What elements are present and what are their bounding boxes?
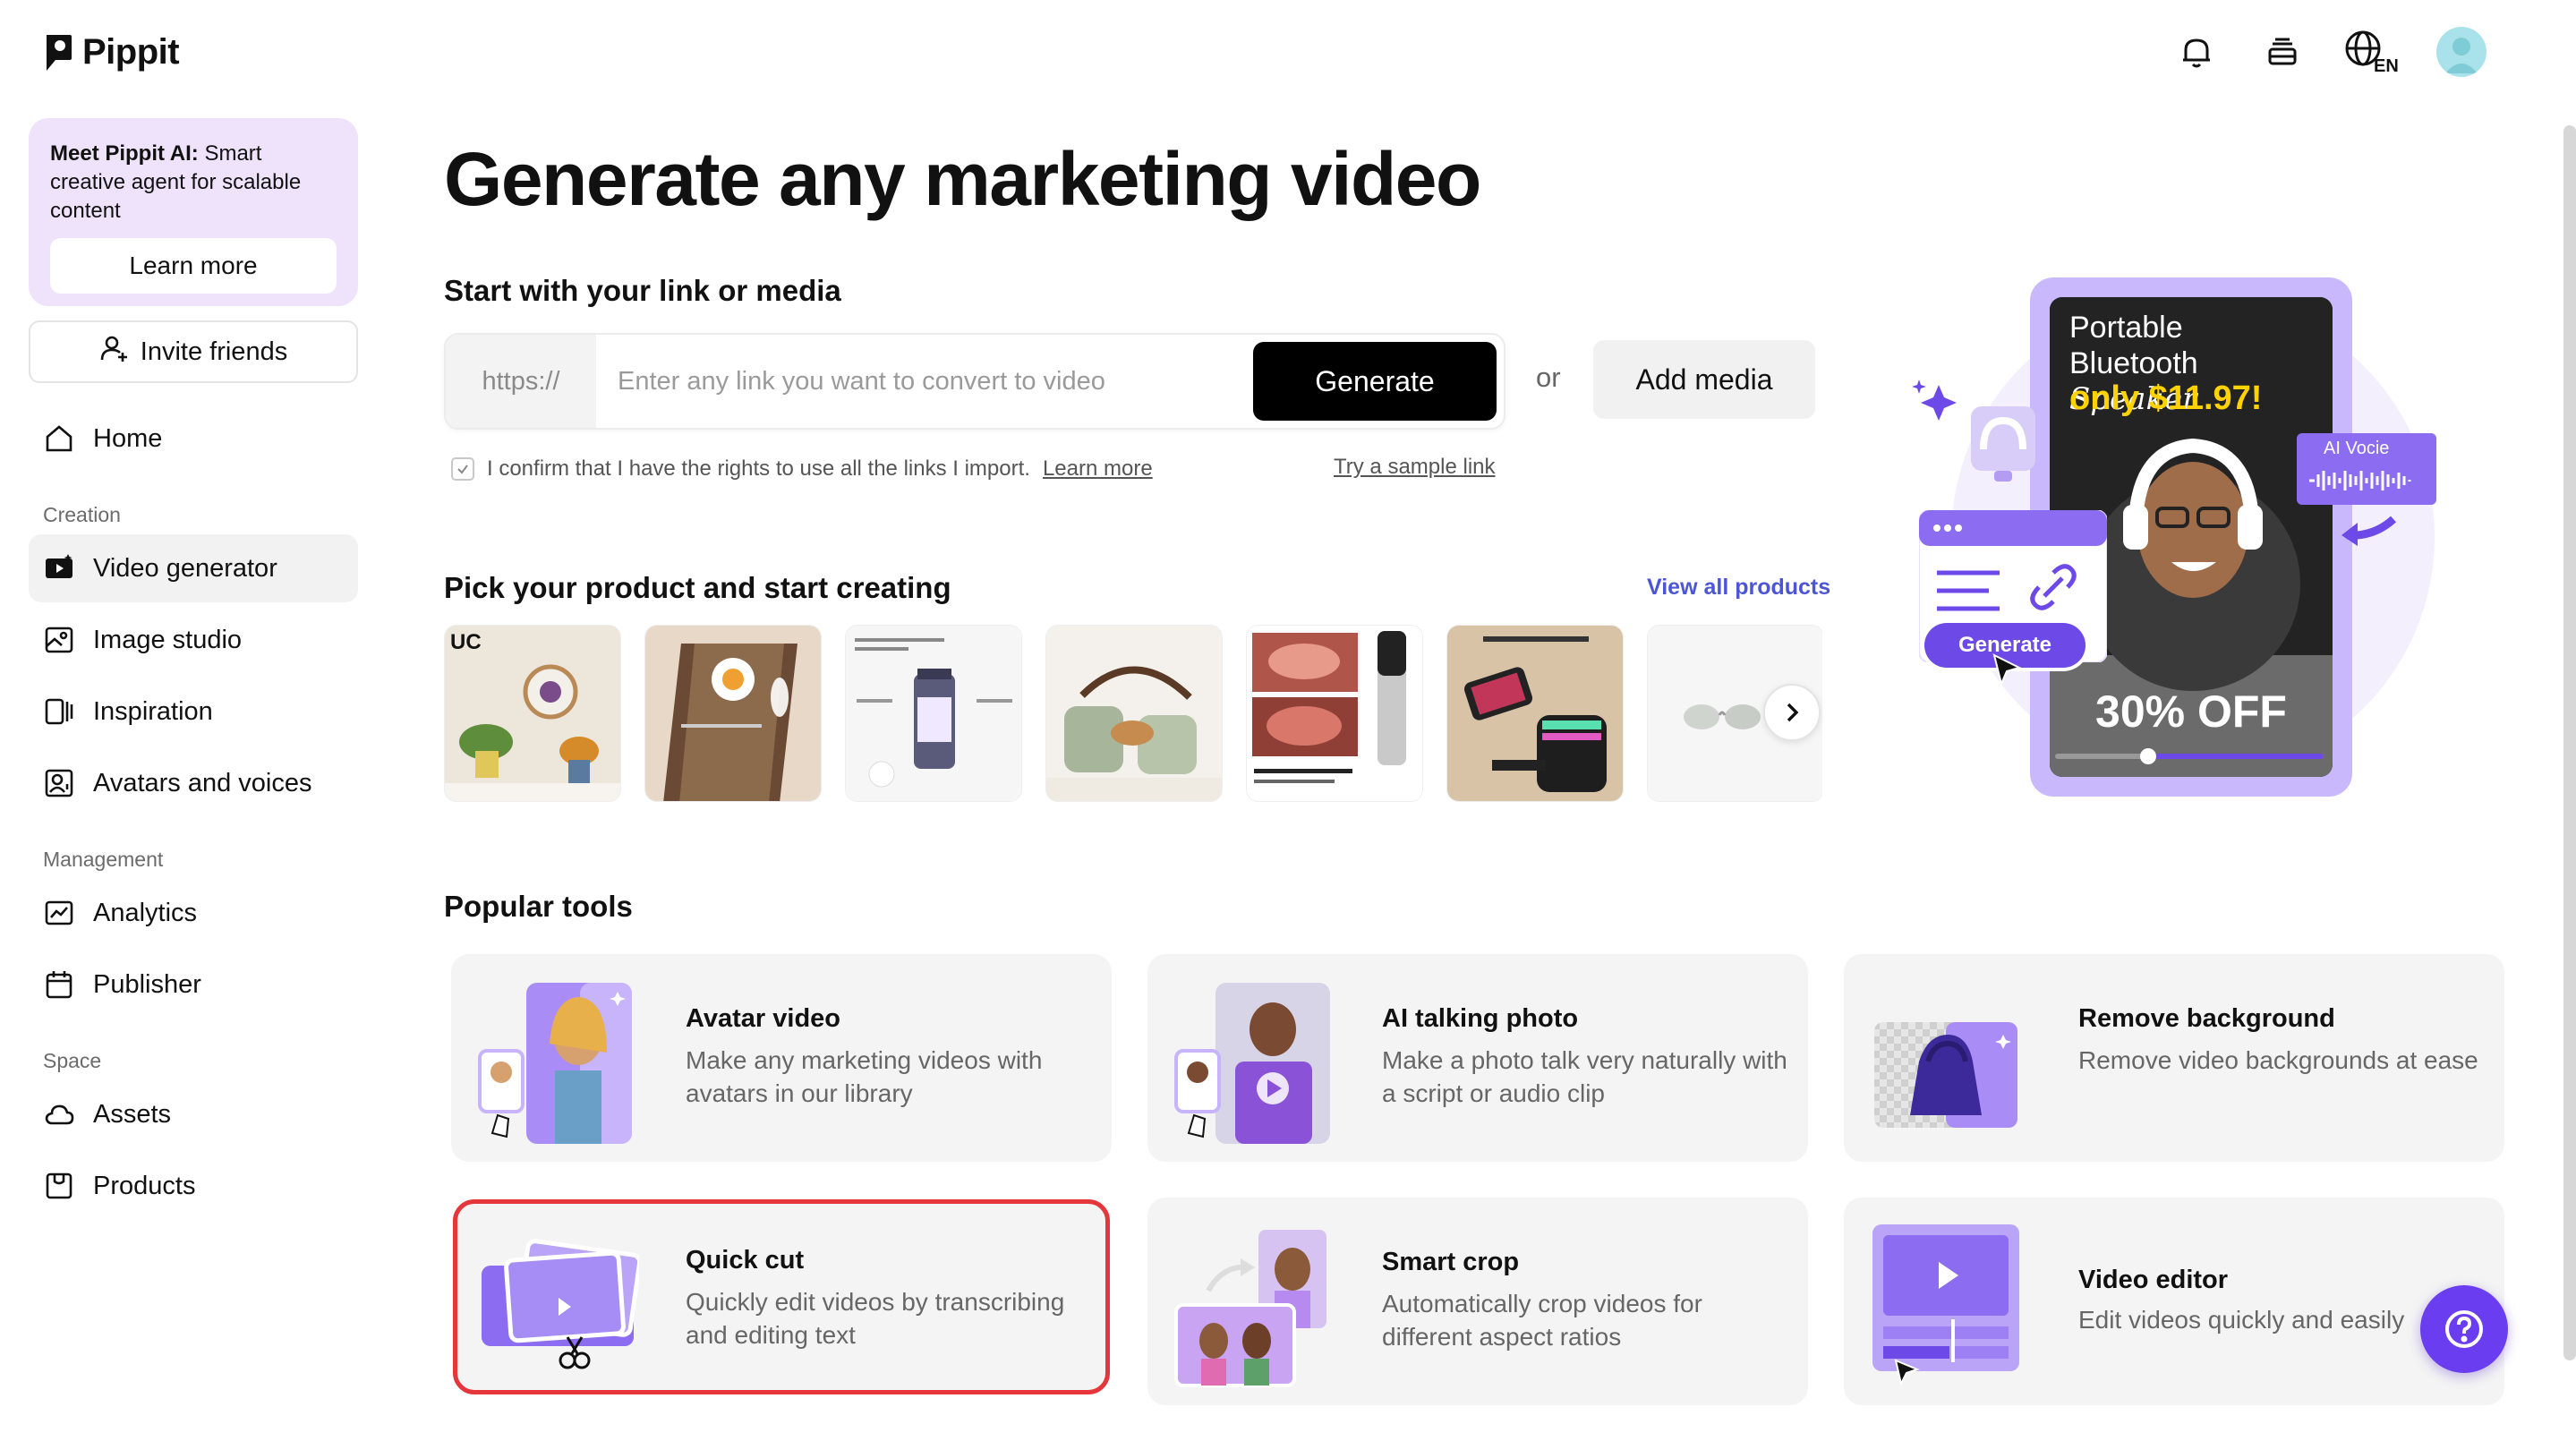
bell-icon[interactable] (2171, 27, 2222, 77)
sidebar-item-avatars-voices[interactable]: Avatars and voices (29, 749, 358, 817)
tool-description: Quickly edit videos by transcribing and … (686, 1288, 1065, 1349)
or-text: or (1536, 362, 1561, 393)
smart-crop-thumbnail (1169, 1215, 1330, 1387)
chevron-right-icon (1787, 703, 1799, 722)
tool-description: Make a photo talk very naturally with a … (1382, 1046, 1787, 1107)
sidebar: Meet Pippit AI: Smart creative agent for… (29, 118, 358, 1224)
product-thumbnail-sous-vide[interactable] (1246, 625, 1423, 802)
image-icon (43, 624, 75, 656)
video-editor-thumbnail (1865, 1215, 2026, 1387)
tool-name: Smart crop (1382, 1248, 1520, 1276)
tool-name: Avatar video (686, 1004, 840, 1033)
tool-card-quick-cut[interactable]: Quick cut Quickly edit videos by transcr… (453, 1199, 1110, 1394)
generate-button[interactable]: Generate (1253, 342, 1497, 421)
popular-tools-title: Popular tools (444, 890, 633, 923)
sidebar-item-video-generator[interactable]: Video generator (29, 534, 358, 602)
sidebar-item-analytics[interactable]: Analytics (29, 879, 358, 947)
cursor-icon (1992, 653, 2022, 687)
sidebar-item-publisher[interactable]: Publisher (29, 951, 358, 1019)
tool-name: Quick cut (686, 1246, 805, 1275)
cloud-icon (43, 1098, 75, 1130)
tool-card-video-editor[interactable]: Video editor Edit videos quickly and eas… (1844, 1198, 2504, 1405)
help-button[interactable] (2420, 1285, 2508, 1373)
tool-name: AI talking photo (1382, 1004, 1579, 1033)
question-icon (2445, 1310, 2483, 1348)
link-section-title: Start with your link or media (444, 274, 841, 307)
section-management: Management (43, 848, 164, 871)
scrollbar[interactable] (2563, 125, 2576, 1360)
product-thumbnail-supplement[interactable] (845, 625, 1022, 802)
promo-card: Meet Pippit AI: Smart creative agent for… (29, 118, 358, 306)
tool-description: Remove video backgrounds at ease (2078, 1046, 2478, 1074)
link-prefix: https:// (446, 335, 596, 428)
sidebar-item-products[interactable]: Products (29, 1152, 358, 1220)
headphones-icon (1971, 406, 2035, 482)
carousel-next-button[interactable] (1763, 684, 1821, 741)
section-space: Space (43, 1049, 102, 1072)
language-code: EN (2374, 56, 2399, 75)
inspiration-icon (43, 695, 75, 728)
analytics-icon (43, 897, 75, 929)
arrow-icon (2341, 516, 2397, 546)
remove-background-thumbnail (1865, 972, 2026, 1144)
hero-illustration: Portable Bluetooth Speaker only $11.97! 3… (1898, 269, 2452, 806)
invite-friends-button[interactable]: Invite friends (29, 320, 358, 383)
rights-checkbox[interactable] (451, 457, 474, 481)
tool-card-smart-crop[interactable]: Smart crop Automatically crop videos for… (1147, 1198, 1808, 1405)
ai-voice-card: AI Vocie (2297, 433, 2436, 505)
stack-icon[interactable] (2257, 27, 2307, 77)
add-media-button[interactable]: Add media (1593, 340, 1815, 419)
product-thumbnail-mugs[interactable] (1045, 625, 1223, 802)
section-creation: Creation (43, 503, 121, 526)
product-thumbnail-speaker[interactable] (1446, 625, 1624, 802)
video-generator-icon (43, 552, 75, 584)
sidebar-item-home[interactable]: Home (29, 405, 358, 473)
hero-price: only $11.97! (2069, 379, 2263, 417)
promo-text: Meet Pippit AI: Smart creative agent for… (50, 141, 302, 223)
link-input[interactable] (596, 335, 1253, 428)
calendar-icon (43, 968, 75, 1001)
tool-description: Make any marketing videos with avatars i… (686, 1046, 1043, 1107)
tool-card-ai-talking-photo[interactable]: AI talking photo Make a photo talk very … (1147, 954, 1808, 1162)
pippit-logo[interactable]: Pippit (43, 32, 180, 72)
learn-more-button[interactable]: Learn more (50, 238, 337, 294)
tool-name: Video editor (2078, 1266, 2229, 1294)
product-box-icon (43, 1170, 75, 1202)
rights-confirmation: I confirm that I have the rights to use … (451, 456, 1153, 482)
tool-card-avatar-video[interactable]: Avatar video Make any marketing videos w… (451, 954, 1112, 1162)
sample-link[interactable]: Try a sample link (1334, 455, 1496, 480)
link-input-box: https:// Generate (444, 333, 1506, 430)
globe-icon[interactable]: EN (2343, 27, 2401, 77)
tool-name: Remove background (2078, 1004, 2335, 1033)
app-name: Pippit (82, 32, 180, 72)
products-section-title: Pick your product and start creating (444, 571, 951, 604)
product-carousel: UC (444, 625, 1822, 804)
waveform-icon (2309, 471, 2411, 490)
sidebar-item-assets[interactable]: Assets (29, 1080, 358, 1148)
avatar[interactable] (2436, 27, 2486, 77)
learn-more-link[interactable]: Learn more (1043, 456, 1153, 482)
svg-text:UC: UC (450, 630, 482, 654)
home-icon (43, 422, 75, 455)
page-title: Generate any marketing video (444, 137, 1481, 221)
view-all-products-link[interactable]: View all products (1647, 575, 1830, 601)
pippit-logo-icon (43, 33, 73, 72)
tool-card-remove-background[interactable]: Remove background Remove video backgroun… (1844, 954, 2504, 1162)
tool-description: Automatically crop videos for different … (1382, 1290, 1702, 1351)
ai-talking-photo-thumbnail (1169, 972, 1330, 1144)
product-thumbnail-table-runner[interactable] (644, 625, 822, 802)
avatar-icon (43, 767, 75, 799)
product-thumbnail-plants[interactable]: UC (444, 625, 621, 802)
add-user-icon (99, 333, 130, 371)
sidebar-item-image-studio[interactable]: Image studio (29, 606, 358, 674)
sidebar-item-inspiration[interactable]: Inspiration (29, 678, 358, 746)
avatar-video-thumbnail (473, 972, 634, 1144)
hero-discount: 30% OFF (2095, 686, 2287, 737)
quick-cut-thumbnail (478, 1212, 643, 1384)
